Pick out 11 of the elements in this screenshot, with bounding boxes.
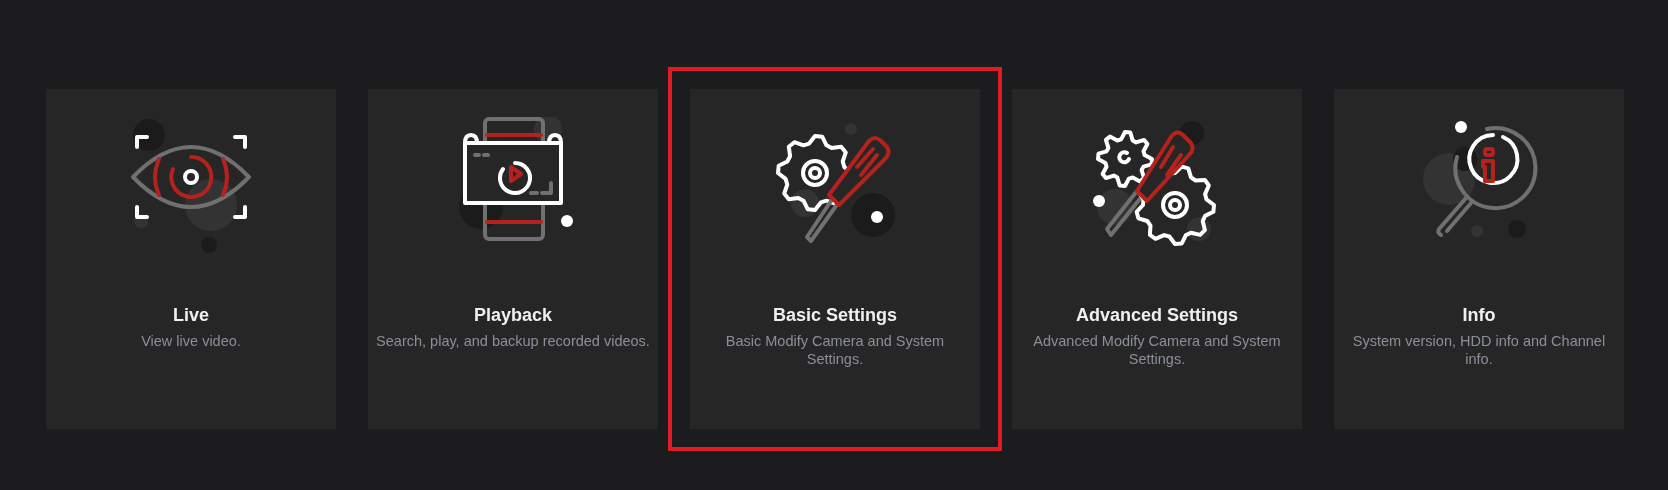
card-description: Basic Modify Camera and System Settings. [724, 332, 946, 368]
card-title: Basic Settings [772, 305, 897, 326]
card-description: System version, HDD info and Channel info. [1351, 332, 1607, 368]
card-description: Search, play, and backup recorded videos. [375, 332, 651, 350]
card-description: Advanced Modify Camera and System Settings. [1032, 332, 1282, 368]
card-description: View live video. [140, 332, 242, 350]
card-title: Info [1462, 305, 1496, 326]
card-title: Playback [473, 305, 553, 326]
menu-card[interactable]: Basic Settings Basic Modify Camera and System Settings. [668, 67, 1002, 451]
card-title: Live [173, 305, 209, 326]
card-title: Advanced Settings [1075, 305, 1238, 326]
